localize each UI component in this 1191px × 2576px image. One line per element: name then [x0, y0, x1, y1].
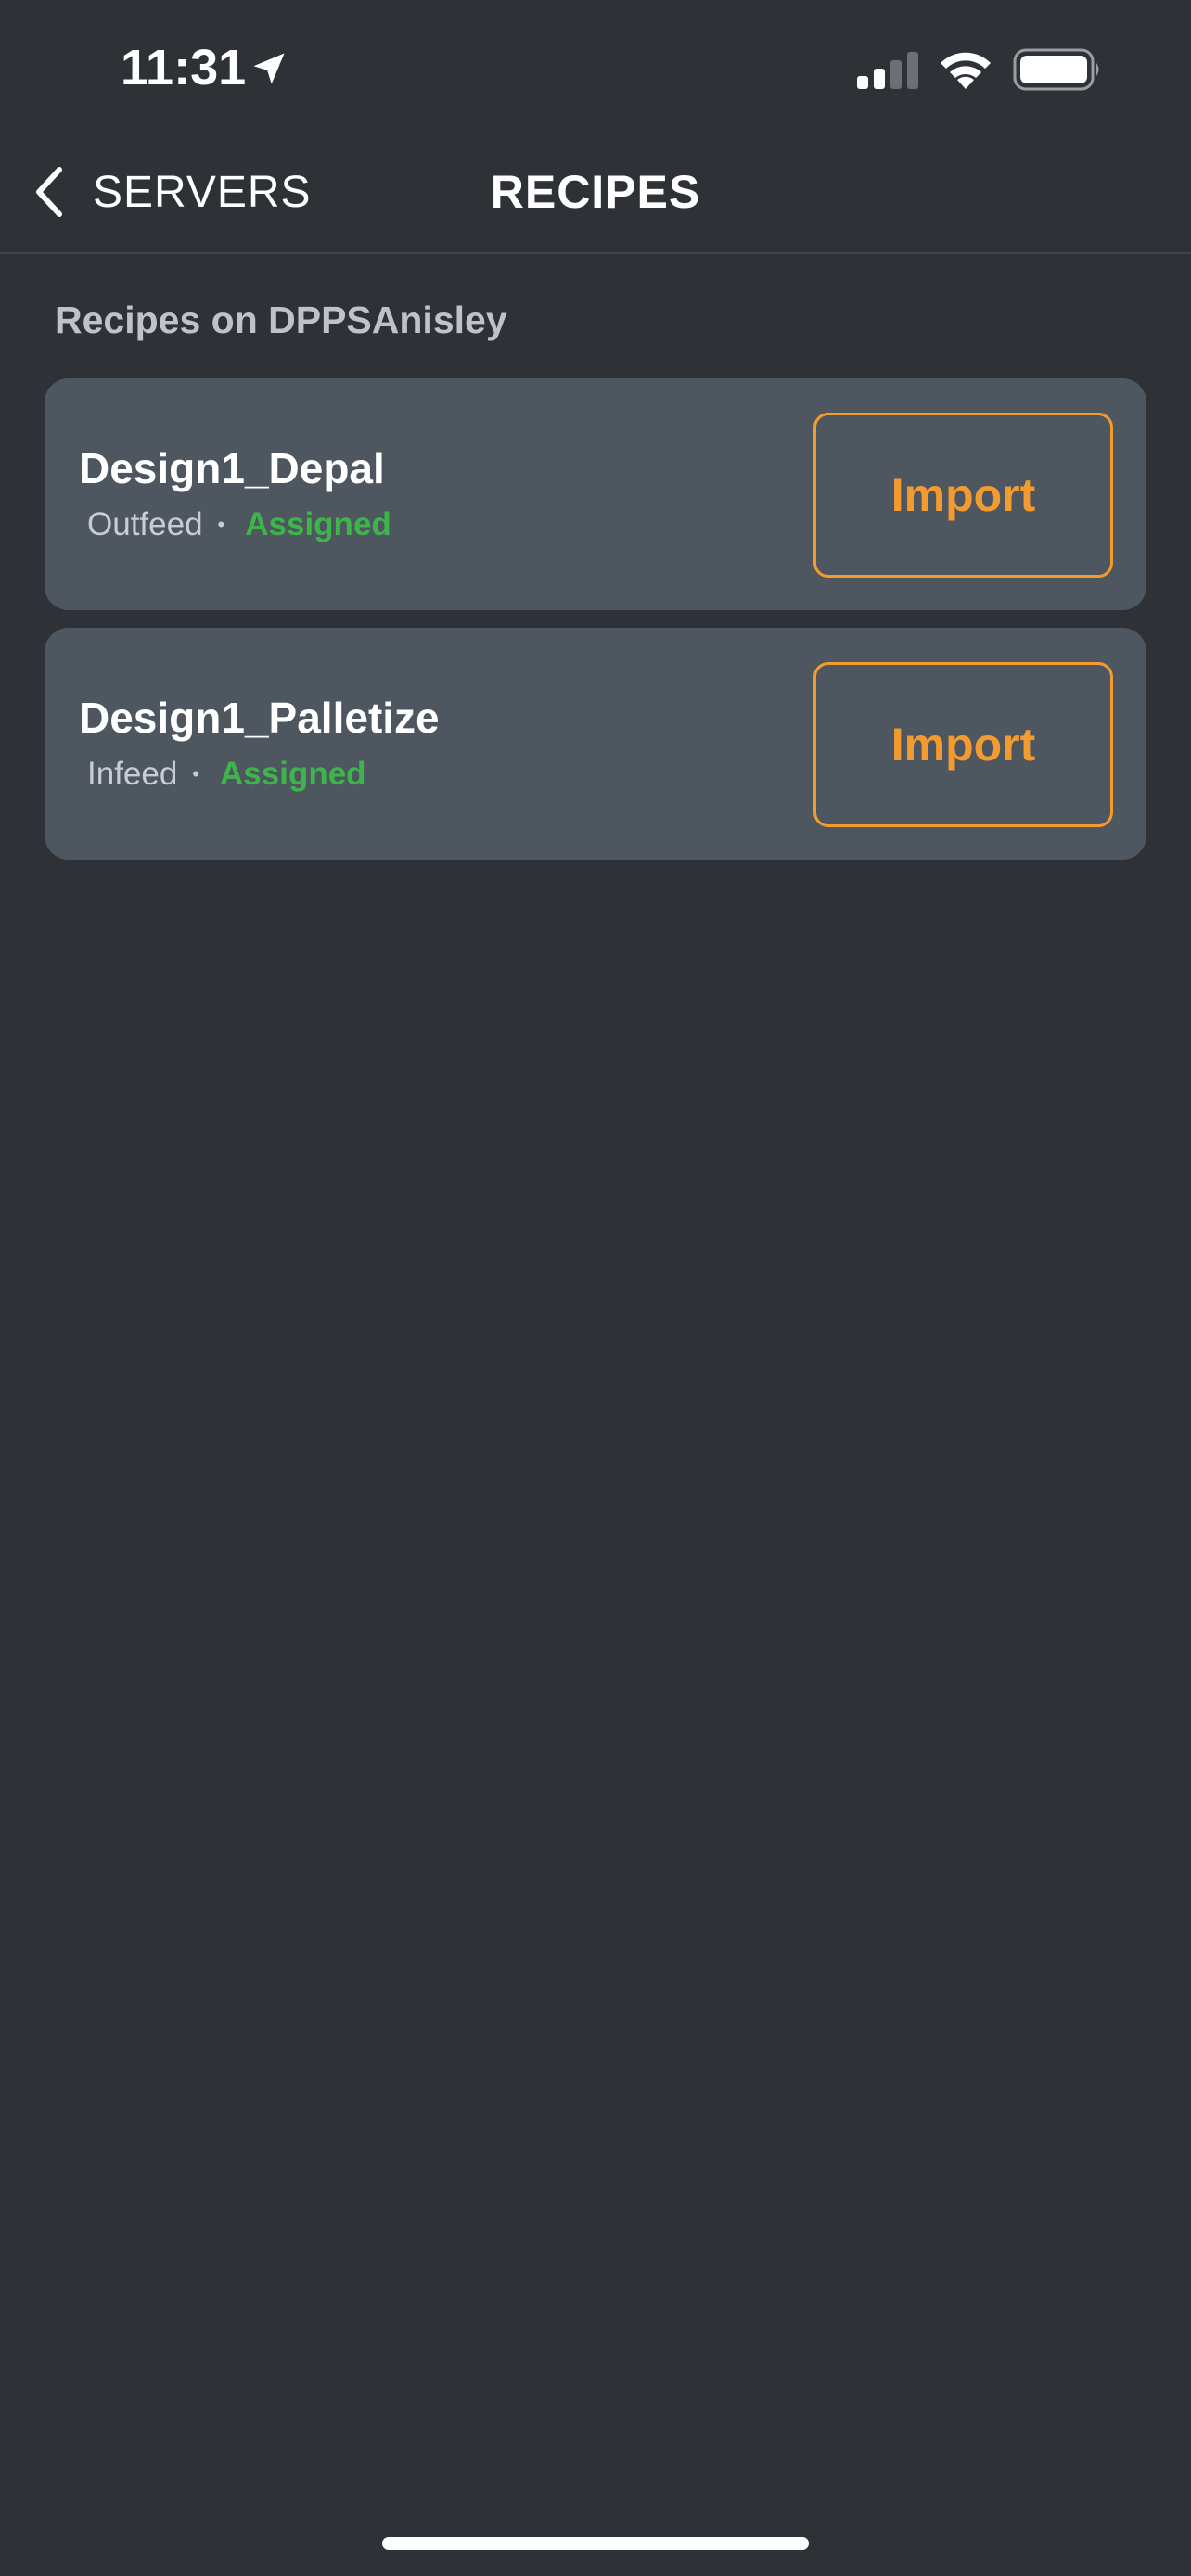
- recipes-screen: 11:31 SERVERS RECIPES Recipes on DPPSAni…: [0, 0, 1191, 2576]
- recipe-meta: Outfeed • Assigned: [87, 506, 391, 543]
- recipe-meta: Infeed • Assigned: [87, 756, 366, 793]
- recipe-name: Design1_Depal: [79, 444, 385, 492]
- meta-separator: •: [217, 513, 225, 536]
- status-bar: 11:31: [0, 0, 1191, 139]
- navigation-bar: SERVERS RECIPES: [0, 139, 1191, 254]
- recipe-status: Assigned: [220, 756, 366, 792]
- section-header: Recipes on DPPSAnisley: [55, 299, 507, 341]
- import-button[interactable]: Import: [813, 662, 1113, 827]
- import-button[interactable]: Import: [813, 413, 1113, 578]
- page-title: RECIPES: [490, 166, 701, 218]
- signal-icon: [857, 52, 918, 89]
- status-time: 11:31: [121, 40, 247, 96]
- battery-icon: [1013, 48, 1099, 91]
- recipe-feed: Infeed: [87, 756, 178, 792]
- recipe-name: Design1_Palletize: [79, 694, 440, 742]
- wifi-icon: [941, 52, 991, 89]
- recipe-card: Design1_Palletize Infeed • Assigned Impo…: [45, 628, 1146, 860]
- meta-separator: •: [192, 762, 200, 785]
- recipe-status: Assigned: [245, 506, 391, 542]
- recipe-feed: Outfeed: [87, 506, 203, 542]
- recipe-card: Design1_Depal Outfeed • Assigned Import: [45, 378, 1146, 610]
- home-indicator[interactable]: [382, 2537, 809, 2550]
- location-arrow-icon: [253, 53, 285, 84]
